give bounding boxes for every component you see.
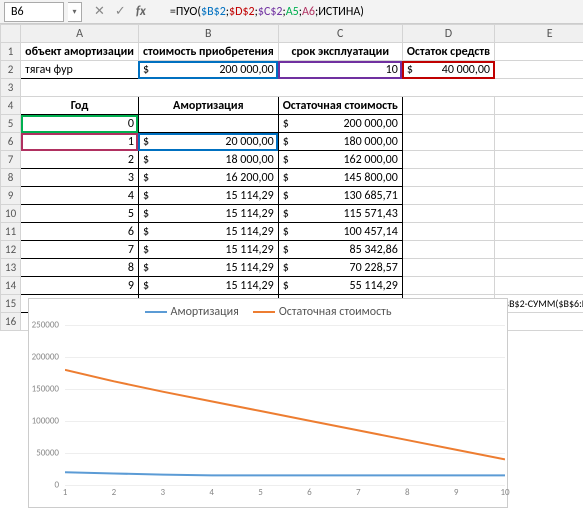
cell-A13[interactable]: 8 [21, 259, 139, 277]
cell-B13[interactable]: $15 114,29 [138, 259, 278, 277]
col-B[interactable]: B [138, 25, 278, 43]
cancel-icon[interactable]: ✕ [94, 4, 105, 19]
cell-C13[interactable]: $70 228,57 [278, 259, 402, 277]
cell-C8[interactable]: $145 800,00 [278, 169, 402, 187]
chart-plot: 0500001000001500002000002500001234567891… [65, 325, 505, 485]
cell-C12[interactable]: $85 342,86 [278, 241, 402, 259]
row-16[interactable]: 16 [1, 313, 21, 331]
cell-C7[interactable]: $162 000,00 [278, 151, 402, 169]
row-8[interactable]: 8 [1, 169, 21, 187]
cell-A4[interactable]: Год [21, 97, 139, 115]
row-10[interactable]: 10 [1, 205, 21, 223]
row-3[interactable]: 3 [1, 79, 21, 97]
select-all[interactable] [1, 25, 21, 43]
row-5[interactable]: 5 [1, 115, 21, 133]
cell-B14[interactable]: $15 114,29 [138, 277, 278, 295]
chart[interactable]: Амортизация Остаточная стоимость 0500001… [28, 298, 508, 508]
formula-bar: B6 ▾ ✕ ✓ fx =ПУО($B$2;$D$2;$C$2;A5;A6;ИС… [0, 0, 583, 24]
cell-B6[interactable]: $20 000,00 [138, 133, 278, 151]
cell-B2[interactable]: $200 000,00 [138, 61, 278, 79]
cell-A1[interactable]: объект амортизации [21, 43, 139, 61]
cell-A11[interactable]: 6 [21, 223, 139, 241]
cell-B10[interactable]: $15 114,29 [138, 205, 278, 223]
cell-C1[interactable]: срок эксплуатации [278, 43, 402, 61]
cell-C14[interactable]: $55 114,29 [278, 277, 402, 295]
col-C[interactable]: C [278, 25, 402, 43]
cell-B1[interactable]: стоимость приобретения [138, 43, 278, 61]
cell-C10[interactable]: $115 571,43 [278, 205, 402, 223]
cell-E4[interactable] [495, 97, 583, 115]
cell-A9[interactable]: 4 [21, 187, 139, 205]
spreadsheet[interactable]: A B C D E F 1 объект амортизации стоимос… [0, 24, 583, 331]
chart-legend: Амортизация Остаточная стоимость [29, 299, 507, 325]
cell-C6[interactable]: $180 000,00 [278, 133, 402, 151]
cell-B5[interactable] [138, 115, 278, 133]
cell-C4[interactable]: Остаточная стоимость [278, 97, 402, 115]
legend-swatch-2 [253, 311, 275, 313]
cell-E2[interactable] [495, 61, 583, 79]
row-4[interactable]: 4 [1, 97, 21, 115]
col-A[interactable]: A [21, 25, 139, 43]
cell-D2[interactable]: $ 40 000,00 [402, 61, 494, 79]
row-6[interactable]: 6 [1, 133, 21, 151]
cell-C9[interactable]: $130 685,71 [278, 187, 402, 205]
cell-C2[interactable]: 10 [278, 61, 402, 79]
row-11[interactable]: 11 [1, 223, 21, 241]
name-box-dropdown[interactable]: ▾ [68, 2, 82, 22]
cell-A7[interactable]: 2 [21, 151, 139, 169]
cell-A12[interactable]: 7 [21, 241, 139, 259]
cell-C5[interactable]: $200 000,00 [278, 115, 402, 133]
cell-B8[interactable]: $16 200,00 [138, 169, 278, 187]
row-9[interactable]: 9 [1, 187, 21, 205]
row-2[interactable]: 2 [1, 61, 21, 79]
fx-icon[interactable]: fx [136, 4, 152, 19]
cell-B7[interactable]: $18 000,00 [138, 151, 278, 169]
cell-A14[interactable]: 9 [21, 277, 139, 295]
row-13[interactable]: 13 [1, 259, 21, 277]
row-1[interactable]: 1 [1, 43, 21, 61]
cell-C11[interactable]: $100 457,14 [278, 223, 402, 241]
enter-icon[interactable]: ✓ [115, 4, 126, 19]
cell-A8[interactable]: 3 [21, 169, 139, 187]
col-D[interactable]: D [402, 25, 494, 43]
legend-swatch-1 [145, 311, 167, 313]
name-box[interactable]: B6 [4, 2, 64, 22]
row-15[interactable]: 15 [1, 295, 21, 313]
cell-B12[interactable]: $15 114,29 [138, 241, 278, 259]
cell-A3[interactable] [21, 79, 583, 97]
cell-B4[interactable]: Амортизация [138, 97, 278, 115]
row-7[interactable]: 7 [1, 151, 21, 169]
cell-A10[interactable]: 5 [21, 205, 139, 223]
cell-E1[interactable] [495, 43, 583, 61]
col-E[interactable]: E [495, 25, 583, 43]
cell-B9[interactable]: $15 114,29 [138, 187, 278, 205]
formula-input[interactable]: =ПУО($B$2;$D$2;$C$2;A5;A6;ИСТИНА) [164, 5, 583, 19]
cell-A5[interactable]: 0 [21, 115, 139, 133]
row-14[interactable]: 14 [1, 277, 21, 295]
cell-B11[interactable]: $15 114,29 [138, 223, 278, 241]
cell-D4[interactable] [402, 97, 494, 115]
cell-A2[interactable]: тягач фур [21, 61, 139, 79]
cell-D1[interactable]: Остаток средств [402, 43, 494, 61]
cell-A6[interactable]: 1 [21, 133, 139, 151]
row-12[interactable]: 12 [1, 241, 21, 259]
formula-buttons: ✕ ✓ fx [82, 4, 164, 19]
